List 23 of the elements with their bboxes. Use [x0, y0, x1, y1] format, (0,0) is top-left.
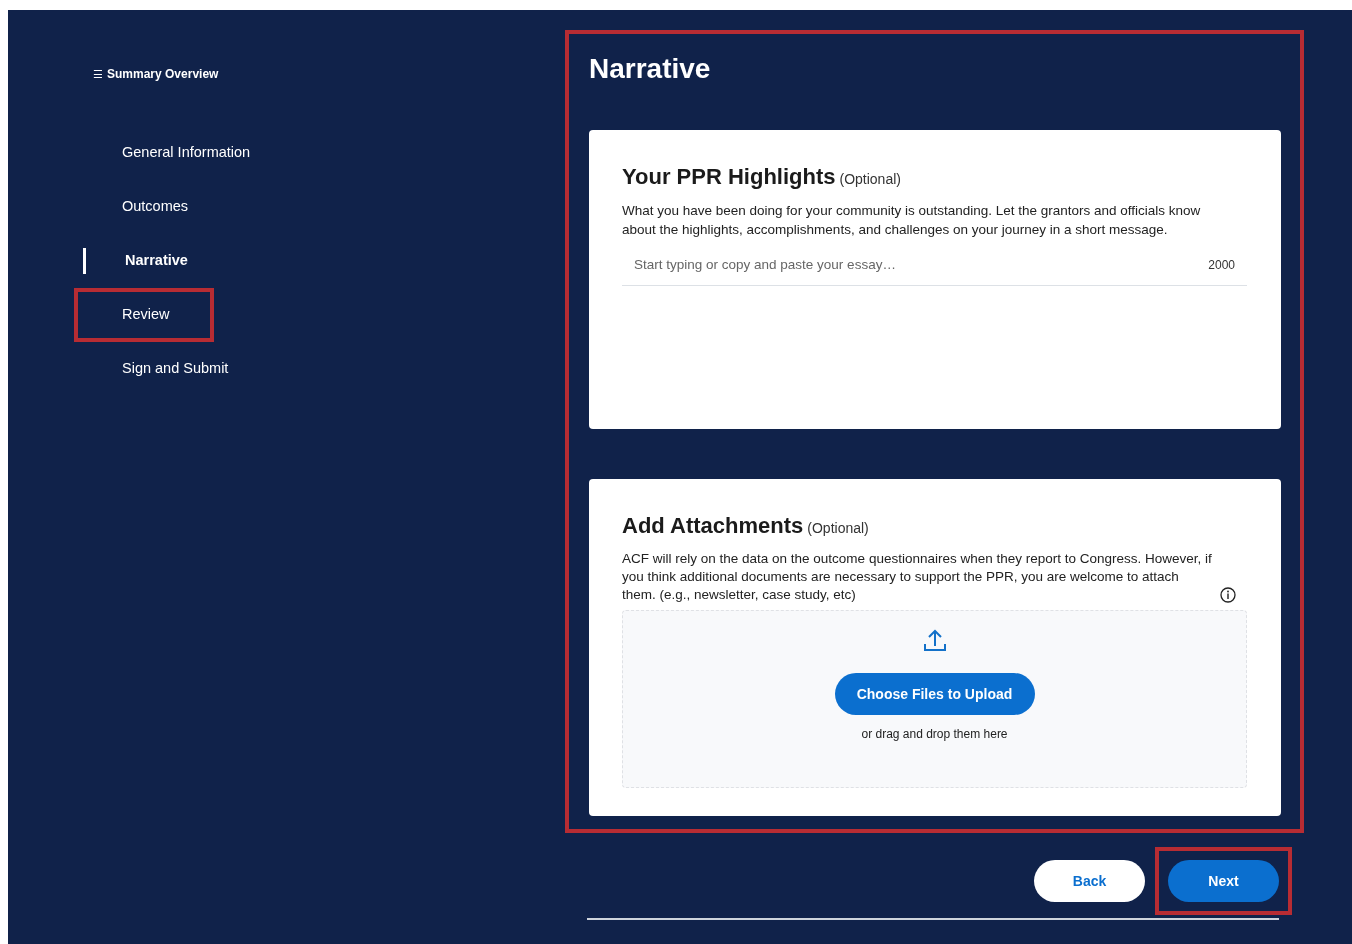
card-description: What you have been doing for your community is outstanding. Let the grantors and officials know about the highlights, accomplishments, and challenges on your journey in a short message. — [622, 202, 1202, 239]
nav-link[interactable]: Sign and Submit — [122, 358, 229, 380]
nav-link[interactable]: Outcomes — [122, 196, 189, 218]
optional-label: (Optional) — [839, 170, 901, 189]
card-heading: Your PPR Highlights — [622, 163, 836, 191]
drop-hint: or drag and drop them here — [861, 726, 1008, 743]
page-title: Narrative — [589, 52, 712, 86]
essay-field[interactable]: Start typing or copy and paste your essay… — [634, 255, 1154, 276]
card-heading: Add Attachments — [622, 512, 804, 540]
character-limit: 2000 — [1208, 257, 1235, 275]
optional-label: (Optional) — [807, 519, 869, 538]
sidebar-title: Summary Overview — [107, 66, 219, 83]
upload-button[interactable]: Choose Files to Upload — [834, 673, 1035, 715]
upload-icon — [921, 627, 948, 653]
list-icon: ☰ — [93, 65, 103, 83]
info-icon[interactable] — [1220, 587, 1236, 603]
back-button[interactable]: Back — [1034, 860, 1145, 902]
next-button[interactable]: Next — [1168, 860, 1279, 902]
nav-link[interactable]: General Information — [122, 142, 251, 164]
drop-zone[interactable]: Choose Files to Upload or drag and drop them here — [622, 610, 1247, 788]
card-description: ACF will rely on the data on the outcome questionnaires when they report to Congress. However, if you think additional documents are necessary to support the PPR, you are welcome to attach them. (e.g., newsletter, case study, etc) — [622, 550, 1212, 604]
nav-link[interactable]: Narrative — [125, 250, 188, 272]
nav-link[interactable]: Review — [74, 288, 214, 342]
